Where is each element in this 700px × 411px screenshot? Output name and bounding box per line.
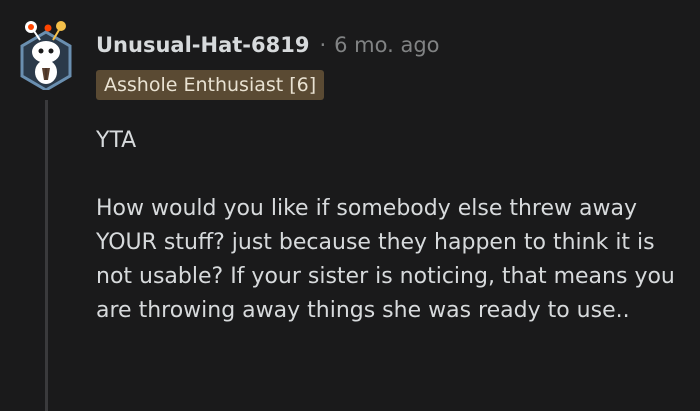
comment: Unusual-Hat-6819 · 6 mo. ago Asshole Ent… xyxy=(0,0,700,411)
snoo-avatar-icon xyxy=(20,21,72,90)
user-flair: Asshole Enthusiast [6] xyxy=(96,70,325,100)
comment-body: YTA How would you like if somebody else … xyxy=(96,124,686,328)
comment-timestamp[interactable]: 6 mo. ago xyxy=(334,33,439,57)
comment-meta: Unusual-Hat-6819 · 6 mo. ago xyxy=(96,30,440,60)
comment-paragraph: How would you like if somebody else thre… xyxy=(96,196,675,323)
author-username-link[interactable]: Unusual-Hat-6819 xyxy=(96,33,309,57)
comment-paragraph: YTA xyxy=(96,128,137,153)
meta-separator: · xyxy=(319,33,327,57)
user-avatar[interactable] xyxy=(18,18,74,90)
thread-collapse-line[interactable] xyxy=(45,100,48,411)
